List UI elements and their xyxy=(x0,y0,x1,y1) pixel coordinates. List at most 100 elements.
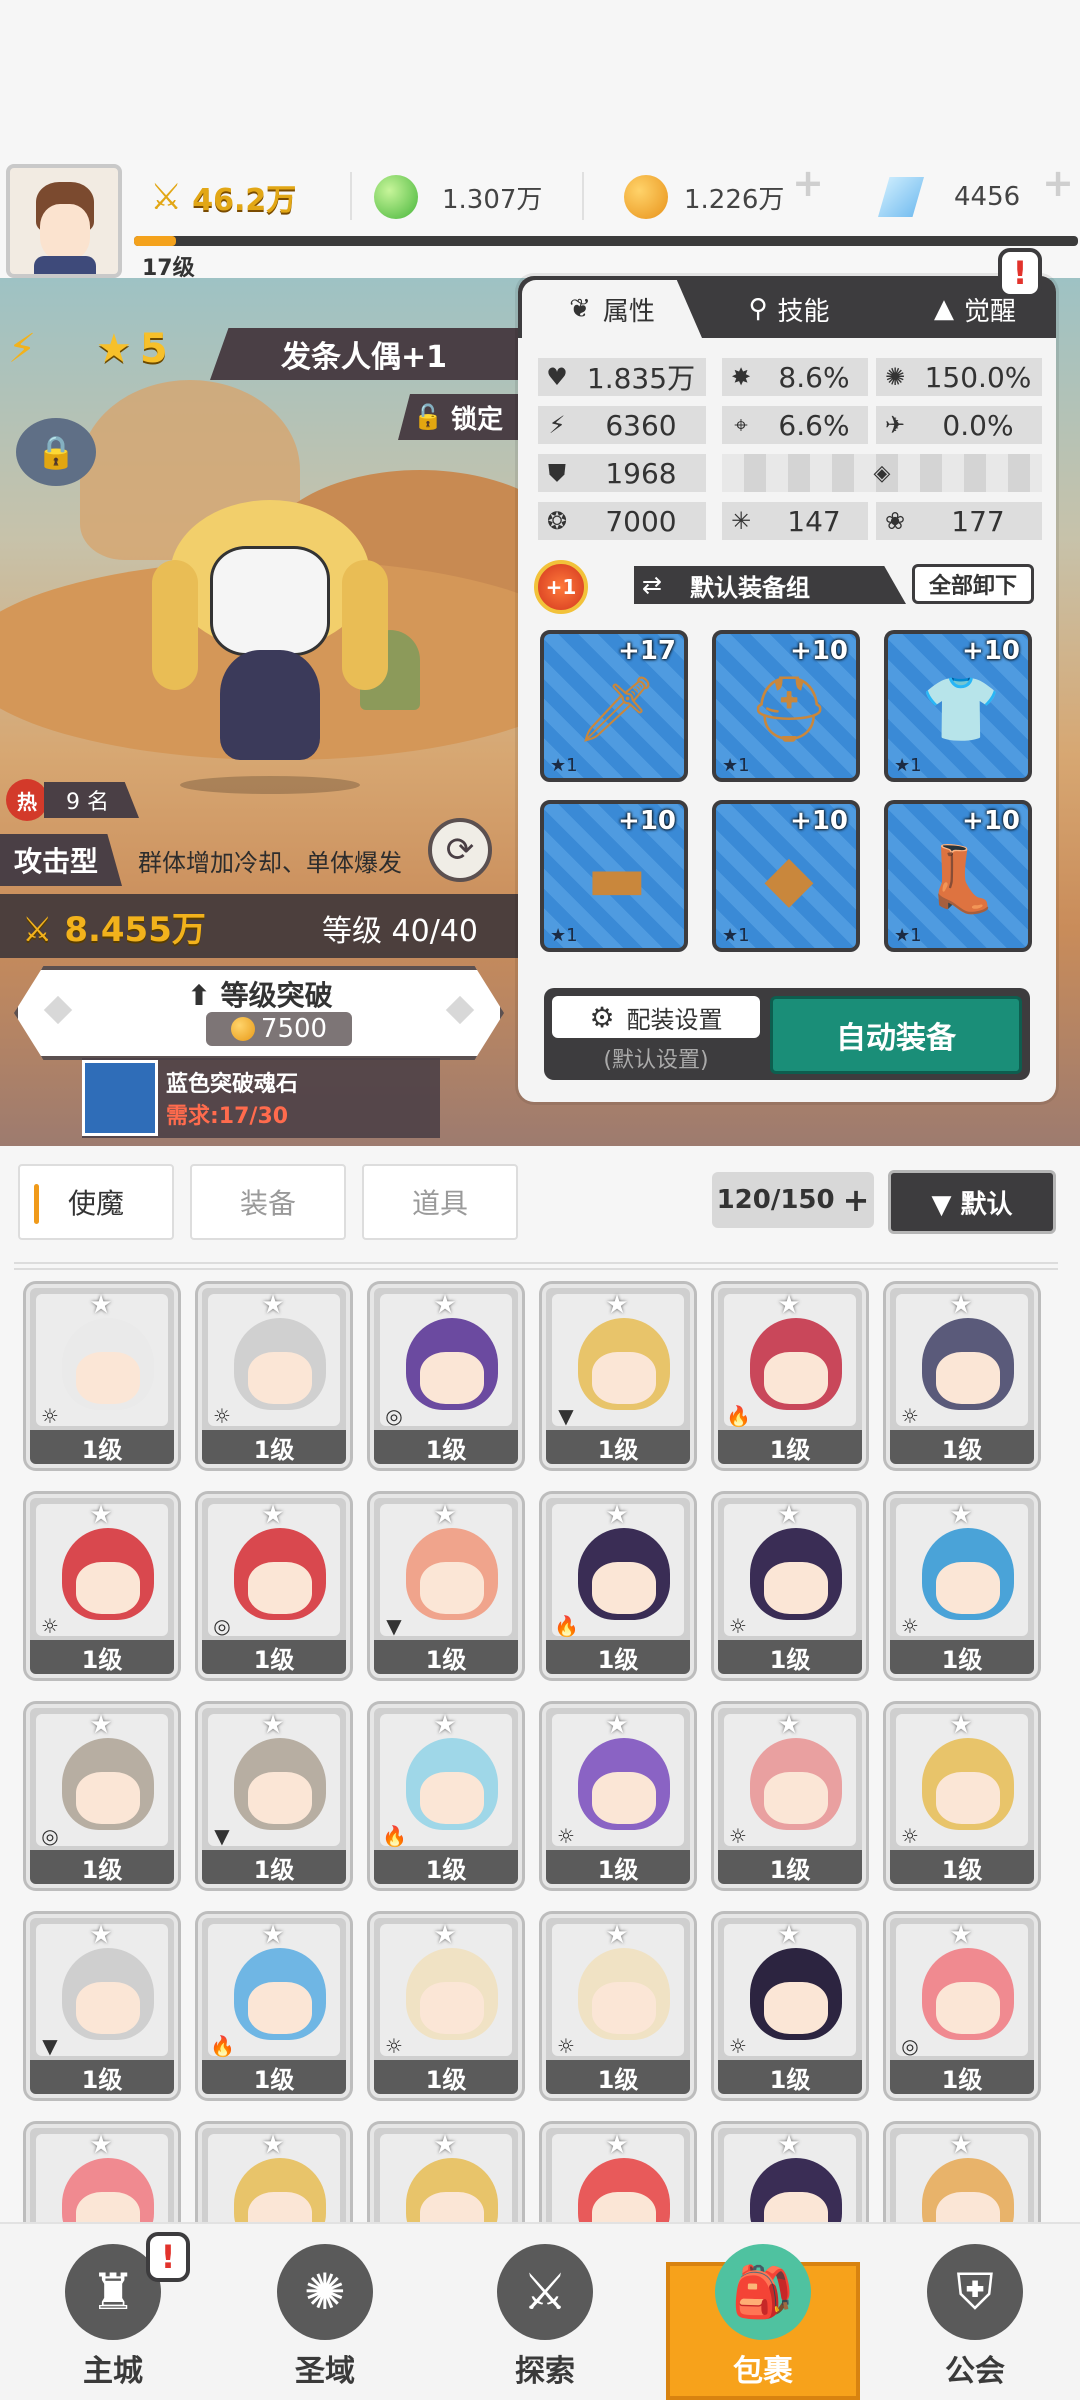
equip-slot-necklace[interactable]: ◆ +10 ★1 xyxy=(712,800,860,952)
equip-level: +10 xyxy=(962,636,1020,666)
player-avatar[interactable] xyxy=(6,164,122,278)
familiar-level: 1级 xyxy=(546,2060,690,2094)
familiar-card[interactable]: ★ ◎1级 xyxy=(198,1494,350,1678)
familiar-card[interactable]: ★ 🔥1级 xyxy=(370,1704,522,1888)
gold-display[interactable]: 1.226万 xyxy=(624,170,784,224)
speed-icon: ❂ xyxy=(546,507,568,535)
familiar-card[interactable]: ★ ☼1级 xyxy=(542,1914,694,2098)
gold-coin-icon xyxy=(230,1017,255,1041)
nav-main-city-label: 主城 xyxy=(83,2354,143,2389)
list-divider xyxy=(14,1262,1058,1270)
equip-level: +17 xyxy=(618,636,676,666)
star-icon: ★ xyxy=(605,1710,629,1740)
hero-character[interactable] xyxy=(150,490,390,794)
nav-sanctuary-label: 圣域 xyxy=(295,2354,355,2389)
hidden-stat-strip[interactable]: ◈ xyxy=(722,454,1042,492)
familiar-face xyxy=(420,1982,484,2034)
sort-dropdown[interactable]: ▼ 默认 xyxy=(888,1170,1056,1234)
familiar-card[interactable]: ★ ☼1级 xyxy=(370,1914,522,2098)
equip-set-name[interactable]: 默认装备组 xyxy=(634,566,906,604)
shield-icon: ⛊ xyxy=(548,459,566,487)
familiar-card[interactable]: ★ ☼1级 xyxy=(26,1494,178,1678)
tab-items[interactable]: 道具 xyxy=(362,1164,518,1240)
familiar-card[interactable]: ★ ▼1级 xyxy=(542,1284,694,1468)
equip-slot-belt[interactable]: ▬ +10 ★1 xyxy=(540,800,688,952)
familiar-card[interactable]: ★ ☼1级 xyxy=(714,1914,866,2098)
equip-slot-helmet[interactable]: ⛑ +10 ★1 xyxy=(712,630,860,782)
tab-equipment-label: 装备 xyxy=(239,1187,296,1220)
familiar-card[interactable]: ★ 🔥1级 xyxy=(714,1284,866,1468)
star-icon: ★ xyxy=(261,1290,285,1320)
familiar-face xyxy=(592,1982,656,2034)
nav-sanctuary[interactable]: ✺ 圣域 xyxy=(240,2226,410,2396)
familiar-card[interactable]: ★ ☼1级 xyxy=(714,1494,866,1678)
rank-icon: ⚡ xyxy=(8,326,37,372)
locked-skill-icon[interactable]: 🔒 xyxy=(16,418,96,486)
element-icon: ▼ xyxy=(214,1824,230,1848)
familiar-card[interactable]: ★ ▼1级 xyxy=(198,1704,350,1888)
familiar-level: 1级 xyxy=(30,1640,174,1674)
equip-slot-weapon[interactable]: 🗡 +17 ★1 xyxy=(540,630,688,782)
nav-bag[interactable]: 🎒 包裹 xyxy=(666,2244,860,2400)
equip-star: ★1 xyxy=(894,755,922,776)
tab-equipment[interactable]: 装备 xyxy=(190,1164,346,1240)
familiar-card[interactable]: ★ ☼1级 xyxy=(542,1704,694,1888)
hero-grade: 等级 40/40 xyxy=(322,914,478,949)
familiar-face xyxy=(936,1562,1000,1614)
tab-skills[interactable]: ⚲ 技能 xyxy=(714,280,864,338)
unload-all-button[interactable]: 全部卸下 xyxy=(912,564,1034,604)
star-icon: ★ xyxy=(777,1290,801,1320)
familiar-card[interactable]: ★ ☼1级 xyxy=(26,1284,178,1468)
star-icon: ★ xyxy=(949,1920,973,1950)
familiar-card[interactable]: ★ ☼1级 xyxy=(886,1704,1038,1888)
hero-description: 群体增加冷却、单体爆发 xyxy=(138,848,403,877)
stat-speed: ❂ 7000 xyxy=(538,502,706,540)
nav-guild[interactable]: ⛨ 公会 xyxy=(890,2226,1060,2396)
nav-explore[interactable]: ⚔ 探索 xyxy=(460,2226,630,2396)
swap-icon[interactable]: ⇄ xyxy=(632,566,672,604)
tab-attributes[interactable]: ❦ 属性 xyxy=(522,280,702,338)
tab-familiars[interactable]: 使魔 xyxy=(18,1164,174,1240)
star-icon: ★ xyxy=(433,1920,457,1950)
loadout-settings-button[interactable]: ⚙ 配装设置 xyxy=(552,996,760,1038)
element-icon: ▼ xyxy=(558,1404,574,1428)
familiar-card[interactable]: ★ ◎1级 xyxy=(26,1704,178,1888)
lock-button[interactable]: 🔓 锁定 xyxy=(398,394,518,440)
element-icon: 🔥 xyxy=(726,1404,751,1428)
stat-attack: ⚡ 6360 xyxy=(538,406,706,444)
familiar-card[interactable]: ★ 🔥1级 xyxy=(542,1494,694,1678)
star-icon: ★ xyxy=(777,2130,801,2160)
familiar-face xyxy=(76,1982,140,2034)
star-icon: ★ xyxy=(777,1710,801,1740)
gold-plus-icon[interactable]: + xyxy=(790,164,826,202)
auto-equip-button[interactable]: 自动装备 xyxy=(770,996,1022,1074)
green-gem-display[interactable]: 1.307万 xyxy=(374,170,542,224)
boots-icon: 👢 xyxy=(921,842,1001,917)
familiar-card[interactable]: ★ ☼1级 xyxy=(714,1704,866,1888)
familiar-level: 1级 xyxy=(374,1850,518,1884)
element-icon: ☼ xyxy=(213,1404,231,1428)
familiar-card[interactable]: ★ ☼1级 xyxy=(198,1284,350,1468)
familiar-card[interactable]: ★ ☼1级 xyxy=(886,1284,1038,1468)
lock-label: 锁定 xyxy=(450,404,503,435)
diamond-plus-icon[interactable]: + xyxy=(1040,164,1076,202)
equip-slot-boots[interactable]: 👢 +10 ★1 xyxy=(884,800,1032,952)
familiar-card[interactable]: ★ ◎1级 xyxy=(370,1284,522,1468)
equip-slot-armor[interactable]: 👕 +10 ★1 xyxy=(884,630,1032,782)
familiar-card[interactable]: ★ ☼1级 xyxy=(886,1494,1038,1678)
lock-icon: 🔓 xyxy=(413,403,443,431)
familiar-card[interactable]: ★ ◎1级 xyxy=(886,1914,1038,2098)
capacity-counter[interactable]: 120/150 + xyxy=(712,1172,874,1228)
diamond-display[interactable]: 4456 xyxy=(878,170,1020,224)
familiar-level: 1级 xyxy=(546,1640,690,1674)
popularity-tag: 热 9 名 xyxy=(6,776,166,824)
upgrade-badge[interactable]: +1 xyxy=(534,560,588,614)
familiar-card[interactable]: ★ ▼1级 xyxy=(370,1494,522,1678)
soul-stone-icon[interactable] xyxy=(82,1060,158,1136)
exp-bar-fill xyxy=(134,236,176,246)
element-icon: ☼ xyxy=(901,1614,919,1638)
familiar-card[interactable]: ★ ▼1级 xyxy=(26,1914,178,2098)
familiar-card[interactable]: ★ 🔥1级 xyxy=(198,1914,350,2098)
hero-curl-left xyxy=(152,560,198,690)
reset-icon[interactable]: ⟳ xyxy=(428,818,492,882)
